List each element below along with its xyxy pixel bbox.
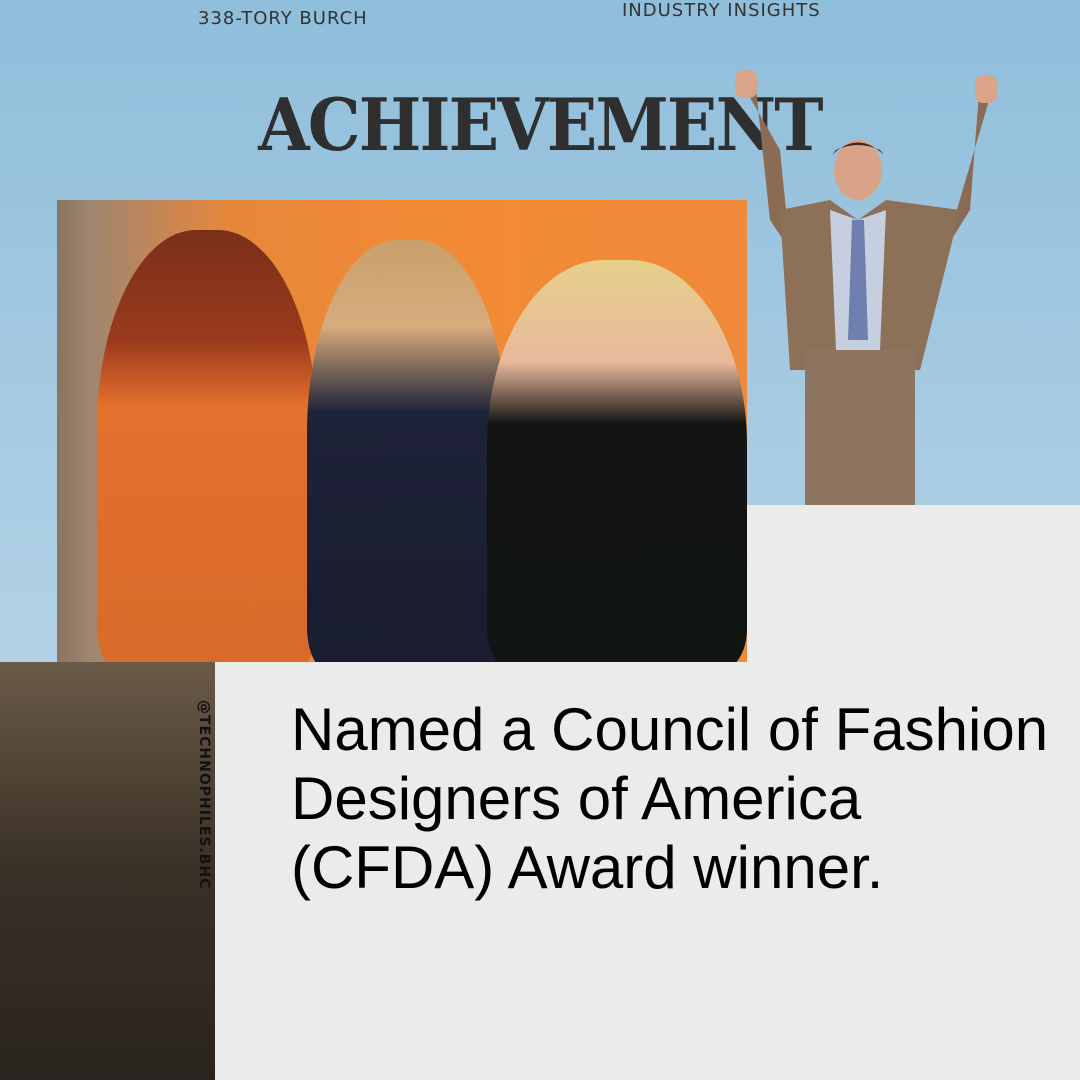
award-event-photo	[57, 200, 747, 662]
category-label: INDUSTRY INSIGHTS	[622, 0, 821, 21]
social-handle: @TECHNOPHILES.BHC	[196, 700, 212, 890]
series-label: 338-TORY BURCH	[198, 8, 368, 29]
standing-figure-image	[0, 662, 215, 1080]
celebrating-man-image	[735, 70, 997, 505]
achievement-text: Named a Council of Fashion Designers of …	[291, 696, 1049, 901]
